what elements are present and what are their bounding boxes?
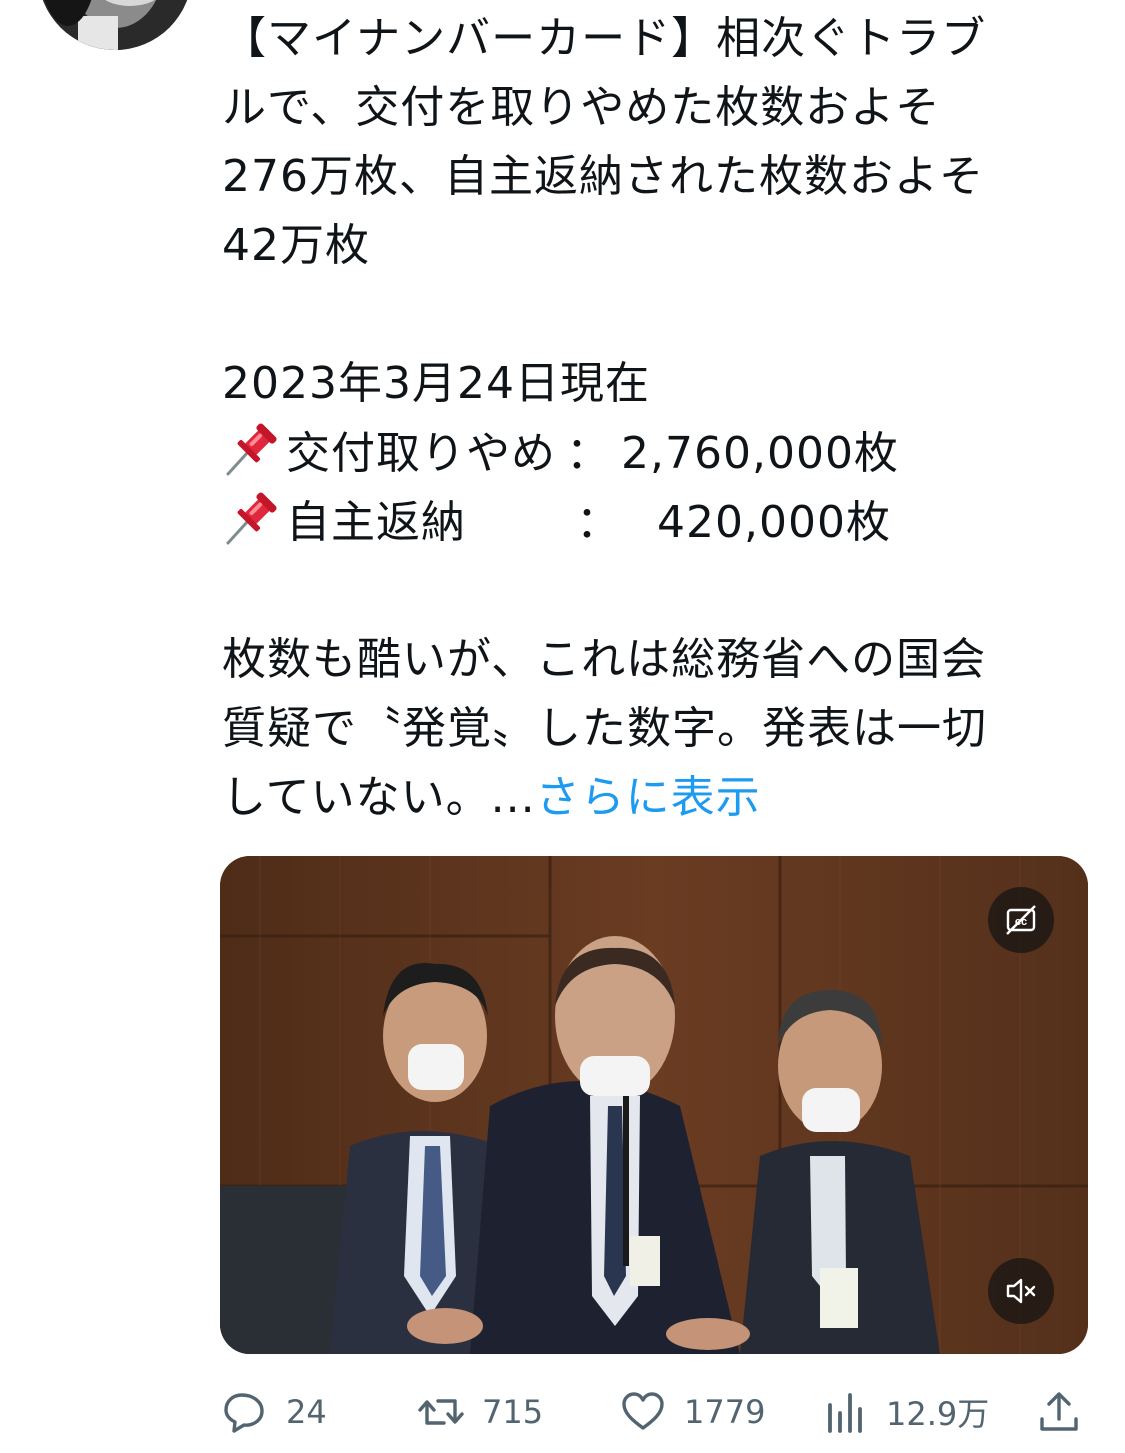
video-player[interactable]: cc (220, 856, 1088, 1354)
captions-button[interactable]: cc (988, 887, 1054, 953)
reply-count: 24 (286, 1393, 327, 1431)
like-button[interactable]: 1779 (620, 1382, 765, 1442)
muted-speaker-icon (1006, 1278, 1036, 1304)
retweet-icon (418, 1399, 464, 1425)
pin-row-value: 2,760,000枚 (621, 428, 899, 479)
avatar-photo (38, 0, 192, 50)
like-count: 1779 (684, 1393, 766, 1431)
video-frame (220, 856, 1088, 1354)
tweet-line: 【マイナンバーカード】相次ぐトラブ (222, 13, 987, 64)
pin-row: 自主返納 ： 420,000枚 (222, 487, 1102, 556)
svg-text:cc: cc (1015, 916, 1027, 928)
tweet-line: ルで、交付を取りやめた枚数およそ (222, 82, 941, 133)
tweet-line: 質疑で〝発覚〟した数字。発表は一切 (222, 703, 987, 754)
reply-bubble-icon (224, 1393, 264, 1433)
show-more-link[interactable]: さらに表示 (536, 772, 761, 823)
tweet-text: 【マイナンバーカード】相次ぐトラブ ルで、交付を取りやめた枚数およそ 276万枚… (222, 4, 1102, 832)
tweet-line: 42万枚 (222, 220, 370, 271)
tweet-line: 276万枚、自主返納された枚数およそ (222, 151, 984, 202)
pin-row-colon: ： (566, 428, 611, 479)
captions-off-icon: cc (1006, 905, 1036, 935)
tweet-line: 枚数も酷いが、これは総務省への国会 (222, 634, 987, 685)
views-count: 12.9万 (886, 1395, 990, 1433)
pushpin-icon (222, 418, 280, 478)
retweet-button[interactable]: 715 (418, 1382, 543, 1442)
pin-row-value: 420,000枚 (657, 497, 891, 548)
pin-row: 交付取りやめ： 2,760,000枚 (222, 418, 1102, 487)
share-upload-icon (1040, 1392, 1078, 1431)
retweet-count: 715 (482, 1393, 544, 1431)
views-bar-chart-icon (828, 1393, 862, 1433)
truncated-text: していない。... (222, 772, 536, 823)
pushpin-icon (222, 487, 280, 547)
tweet-action-bar: 24 715 1779 12.9万 (218, 1382, 1088, 1442)
pin-row-label: 自主返納 (286, 497, 466, 548)
mute-button[interactable] (988, 1258, 1054, 1324)
avatar[interactable] (38, 0, 192, 50)
pin-row-colon: ： (576, 497, 621, 548)
pin-row-label: 交付取りやめ (286, 428, 556, 479)
tweet-line: していない。...さらに表示 (222, 763, 1102, 832)
share-button[interactable] (1036, 1382, 1082, 1442)
reply-button[interactable]: 24 (222, 1382, 327, 1442)
tweet-date-line: 2023年3月24日現在 (222, 358, 650, 409)
heart-icon (622, 1392, 664, 1430)
views-button[interactable]: 12.9万 (822, 1382, 989, 1442)
